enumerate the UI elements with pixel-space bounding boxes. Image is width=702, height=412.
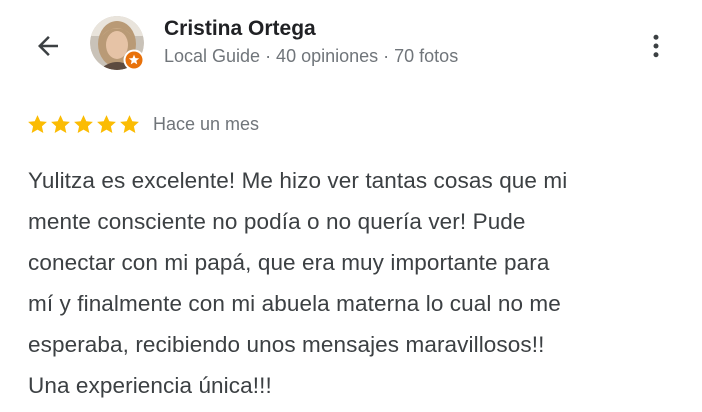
review-time: Hace un mes [153,113,260,134]
review-text-line: mente consciente no podía o no quería ve… [28,209,526,234]
back-button[interactable] [26,24,70,68]
reviewer-avatar[interactable] [90,16,146,72]
review-text-line: esperaba, recibiendo unos mensajes marav… [28,332,545,357]
review-text-line: Una experiencia única!!! [28,373,272,398]
reviewer-meta: Local Guide · 40 opiniones · 70 fotos [164,46,459,66]
star-icon [74,114,93,133]
review-text: Yulitza es excelente! Me hizo ver tantas… [28,160,688,406]
review-text-line: Yulitza es excelente! Me hizo ver tantas… [28,168,568,193]
review-text-line: mí y finalmente con mi abuela materna lo… [28,291,561,316]
more-vert-icon [653,34,659,58]
more-options-button[interactable] [636,24,676,68]
review-header: Cristina Ortega Local Guide · 40 opinion… [0,0,702,90]
review-detail-page: Cristina Ortega Local Guide · 40 opinion… [0,0,702,412]
review-text-line: conectar con mi papá, que era muy import… [28,250,550,275]
arrow-back-icon [38,36,58,56]
rating-row: Hace un mes [26,110,259,138]
star-icon [28,114,47,133]
star-rating [26,113,141,136]
reviewer-name[interactable]: Cristina Ortega [164,17,316,41]
star-icon [51,114,70,133]
local-guide-star-icon [123,49,145,71]
star-icon [120,114,139,133]
star-icon [97,114,116,133]
